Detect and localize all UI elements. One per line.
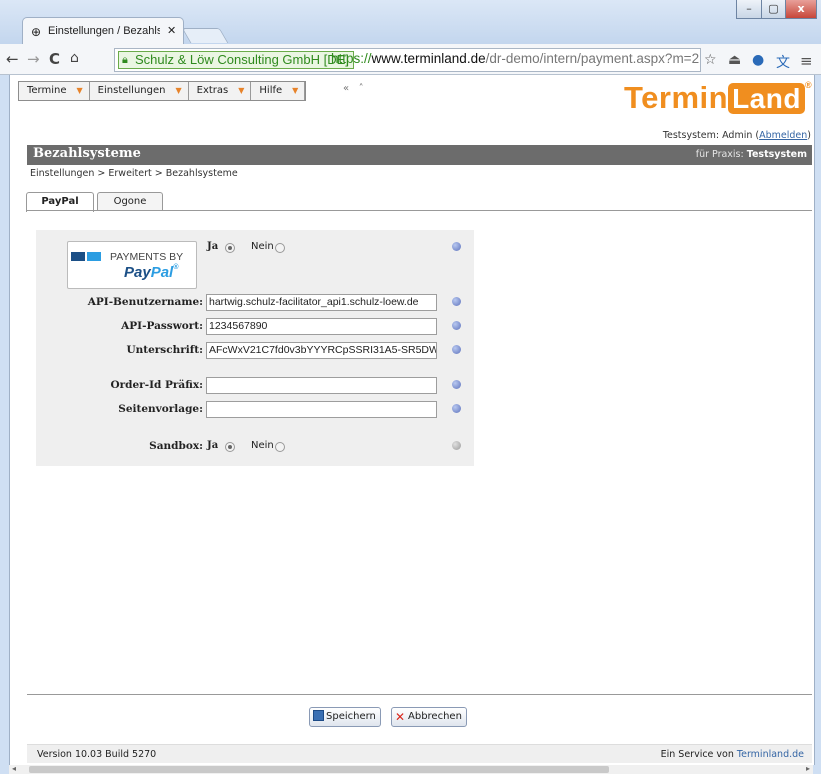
help-icon[interactable] (452, 242, 461, 251)
tab-divider (26, 210, 812, 211)
scroll-right-icon[interactable]: ▸ (806, 764, 810, 773)
help-icon[interactable] (452, 441, 461, 450)
service-text: Ein Service von Terminland.de (660, 749, 804, 760)
help-icon[interactable] (452, 380, 461, 389)
bookmark-star-icon[interactable]: ☆ (704, 52, 717, 68)
user-extension-icon[interactable]: ● (752, 52, 764, 68)
window-controls: – ▢ x (736, 0, 817, 20)
menu-termine[interactable]: Termine ▼ (19, 82, 90, 100)
reload-icon[interactable]: C (49, 50, 60, 68)
api-user-input[interactable]: hartwig.schulz-facilitator_api1.schulz-l… (206, 294, 437, 311)
translate-icon[interactable]: 文 (776, 52, 790, 72)
maximize-icon[interactable]: ▢ (761, 0, 786, 19)
scroll-left-icon[interactable]: ◂ (12, 764, 16, 773)
sandbox-no-label: Nein (251, 440, 274, 451)
praxis-info: für Praxis: Testsystem (695, 149, 807, 160)
cancel-button[interactable]: ✕ Abbrechen (391, 707, 467, 727)
lock-icon: 🔒︎ (122, 54, 128, 66)
dropdown-arrow-icon: ▼ (175, 86, 182, 95)
user-status: Testsystem: Admin (Abmelden) (662, 130, 811, 141)
save-button[interactable]: Speichern (309, 707, 381, 727)
tab-close-icon[interactable]: ✕ (167, 24, 176, 37)
enabled-yes-label: Ja (207, 241, 219, 252)
horizontal-scrollbar[interactable]: ◂ ▸ (9, 764, 813, 774)
order-prefix-label: Order-Id Präfix: (110, 379, 203, 391)
scrollbar-thumb[interactable] (29, 766, 609, 773)
menu-icon[interactable]: ≡ (800, 52, 813, 70)
tab-paypal[interactable]: PayPal (26, 192, 94, 212)
browser-tab[interactable]: ⊕ Einstellungen / Bezahlsyst ✕ (22, 17, 184, 45)
sandbox-yes-label: Ja (207, 440, 219, 451)
template-input[interactable] (206, 401, 437, 418)
page-title: Bezahlsysteme (33, 146, 141, 161)
signature-label: Unterschrift: (126, 344, 203, 356)
signature-input[interactable]: AFcWxV21C7fd0v3bYYYRCpSSRI31A5-SR5DW (206, 342, 437, 359)
sandbox-yes-radio[interactable] (225, 442, 235, 452)
address-bar[interactable]: 🔒︎ Schulz & Löw Consulting GmbH [DE] htt… (114, 48, 701, 72)
menu-extras[interactable]: Extras ▼ (189, 82, 252, 100)
api-pass-label: API-Passwort: (121, 320, 203, 332)
version-text: Version 10.03 Build 5270 (37, 749, 157, 760)
dropdown-arrow-icon: ▼ (238, 86, 245, 95)
url-text: https://www.terminland.de/dr-demo/intern… (331, 51, 700, 66)
collapse-menu-icon[interactable]: « ˄ (343, 83, 364, 94)
status-bar: Version 10.03 Build 5270 Ein Service von… (27, 744, 812, 763)
breadcrumb: Einstellungen > Erweitert > Bezahlsystem… (30, 168, 238, 179)
menu-einstellungen[interactable]: Einstellungen ▼ (90, 82, 189, 100)
sandbox-no-radio[interactable] (275, 442, 285, 452)
enabled-no-label: Nein (251, 241, 274, 252)
back-icon[interactable]: ← (6, 50, 19, 68)
new-tab-button[interactable] (181, 28, 229, 43)
terminland-favicon-icon: ⊕ (31, 25, 42, 39)
app-menu-bar: Termine ▼ Einstellungen ▼ Extras ▼ Hilfe ▼ (18, 81, 307, 101)
terminland-logo: Termin Land ® (624, 80, 813, 115)
secure-identity-badge[interactable]: 🔒︎ Schulz & Löw Consulting GmbH [DE] (118, 51, 354, 69)
minimize-icon[interactable]: – (736, 0, 762, 19)
dropdown-arrow-icon: ▼ (76, 86, 83, 95)
footer-divider (27, 694, 812, 695)
enabled-yes-radio[interactable] (225, 243, 235, 253)
logout-link[interactable]: Abmelden (759, 130, 807, 141)
help-icon[interactable] (452, 345, 461, 354)
home-icon[interactable]: ⌂ (70, 50, 79, 66)
menu-hilfe[interactable]: Hilfe ▼ (251, 82, 306, 100)
sandbox-label: Sandbox: (149, 440, 203, 452)
terminland-link[interactable]: Terminland.de (737, 749, 804, 760)
help-icon[interactable] (452, 404, 461, 413)
api-user-label: API-Benutzername: (87, 296, 203, 308)
close-window-icon[interactable]: x (785, 0, 817, 19)
template-label: Seitenvorlage: (118, 403, 203, 415)
dropdown-arrow-icon: ▼ (292, 86, 299, 95)
browser-toolbar: ← → C ⌂ 🔒︎ Schulz & Löw Consulting GmbH … (0, 44, 821, 75)
floppy-disk-icon (313, 710, 324, 721)
extension-icon[interactable]: ⏏ (728, 52, 741, 68)
order-prefix-input[interactable] (206, 377, 437, 394)
api-pass-input[interactable]: 1234567890 (206, 318, 437, 335)
help-icon[interactable] (452, 321, 461, 330)
tab-ogone[interactable]: Ogone (97, 192, 163, 211)
browser-tab-title: Einstellungen / Bezahlsyst (48, 25, 160, 37)
help-icon[interactable] (452, 297, 461, 306)
paypal-logo: PAYMENTS BY PayPal® (67, 241, 197, 289)
forward-icon[interactable]: → (27, 50, 40, 68)
enabled-no-radio[interactable] (275, 243, 285, 253)
cancel-x-icon: ✕ (395, 710, 406, 724)
page-header-bar: Bezahlsysteme für Praxis: Testsystem (27, 145, 812, 165)
